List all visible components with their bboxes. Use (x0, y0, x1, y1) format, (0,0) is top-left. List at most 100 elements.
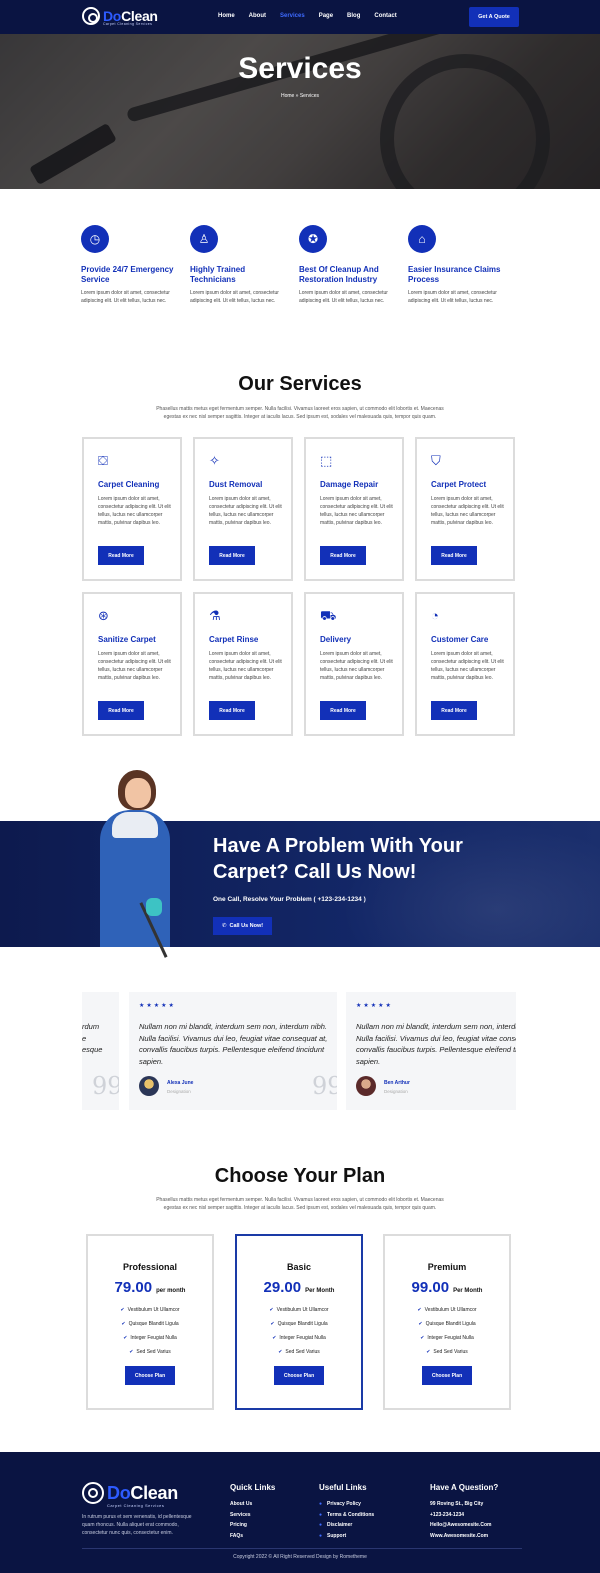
footer-link[interactable]: ● Privacy Policy (319, 1499, 374, 1510)
testimonial-card: ★★★★★ Nullam non mi blandit, interdum se… (346, 992, 516, 1110)
plan-amount: 99.00 (411, 1279, 450, 1296)
plan-feature: ✔ Vestibulum Ut Ullamcor (120, 1307, 180, 1313)
service-card: ✧ Dust Removal Lorem ipsum dolor sit ame… (193, 437, 293, 581)
nav-link-home[interactable]: Home (218, 13, 235, 19)
feature-title: Easier Insurance Claims Process (408, 265, 501, 284)
footer-link[interactable]: ● Support (319, 1531, 374, 1542)
nav-link-blog[interactable]: Blog (347, 13, 360, 19)
avatar (139, 1076, 159, 1096)
service-title: Carpet Cleaning (98, 480, 160, 489)
plan-feature: ✔ Quisque Blandit Ligula (418, 1321, 476, 1327)
support-icon: ◔ (431, 608, 439, 623)
service-card: ⚗ Carpet Rinse Lorem ipsum dolor sit ame… (193, 592, 293, 736)
check-icon: ✔ (420, 1335, 425, 1341)
check-icon: ✔ (417, 1307, 422, 1313)
contact-address: 99 Roving St., Big City (430, 1501, 484, 1507)
check-icon: ✔ (272, 1335, 277, 1341)
logo-tagline: Carpet Cleaning Services (103, 22, 153, 26)
plan-feature: ✔ Sed Sed Varius (426, 1349, 468, 1355)
breadcrumb[interactable]: Home » Services (0, 93, 600, 99)
footer-link[interactable]: Services (230, 1510, 275, 1521)
service-title: Damage Repair (320, 480, 379, 489)
check-icon: ✔ (123, 1335, 128, 1341)
nav-link-page[interactable]: Page (319, 13, 333, 19)
service-desc: Lorem ipsum dolor sit amet, consectetur … (320, 496, 393, 526)
footer-link[interactable]: ● Disclaimer (319, 1520, 374, 1531)
footer-link[interactable]: About Us (230, 1499, 275, 1510)
cta-heading: Have A Problem With Your Carpet? Call Us… (213, 835, 463, 883)
bullet-icon: ● (319, 1522, 323, 1528)
services-description: Phasellus mattis metus eget fermentum se… (156, 406, 444, 420)
plan-features: ✔ Vestibulum Ut Ullamcor ✔ Quisque Blandit… (237, 1303, 361, 1359)
check-icon: ✔ (418, 1321, 423, 1327)
feature-title: Provide 24/7 Emergency Service (81, 265, 174, 284)
plan-name: Premium (427, 1262, 467, 1272)
footer-logo[interactable]: DoClean (82, 1482, 178, 1504)
vacuum-logo-icon (82, 1482, 104, 1504)
service-title: Carpet Rinse (209, 635, 259, 644)
plan-feature: ✔ Sed Sed Varius (129, 1349, 171, 1355)
plan-period: Per Month (305, 1288, 335, 1294)
vacuum-logo-icon (82, 7, 100, 25)
plan-name: Basic (286, 1262, 312, 1272)
sanitize-icon: ⊛ (98, 608, 109, 623)
footer-link[interactable]: FAQs (230, 1531, 275, 1542)
check-icon: ✔ (269, 1307, 274, 1313)
top-navbar: DoClean Carpet Cleaning Services Home Ab… (0, 0, 600, 34)
plan-feature: ✔ Quisque Blandit Ligula (270, 1321, 328, 1327)
rating-stars-icon: ★★★★★ (356, 1003, 393, 1009)
read-more-button[interactable]: Read More (320, 701, 366, 720)
plan-card: Premium 99.00 Per Month ✔ Vestibulum Ut Ul… (383, 1234, 511, 1410)
feature-title: Best Of Cleanup And Restoration Industry (299, 265, 379, 284)
nav-link-contact[interactable]: Contact (374, 13, 396, 19)
choose-plan-button[interactable]: Choose Plan (422, 1366, 472, 1385)
feature-item: ◷ Provide 24/7 Emergency Service Lorem i… (81, 225, 181, 305)
testimonial-quote: Nullam non mi blandit, interdum sem non,… (139, 1022, 328, 1066)
call-us-button[interactable]: ✆ Call Us Now! (213, 917, 272, 935)
service-desc: Lorem ipsum dolor sit amet, consectetur … (431, 651, 504, 681)
choose-plan-button[interactable]: Choose Plan (125, 1366, 175, 1385)
check-icon: ✔ (129, 1349, 134, 1355)
read-more-button[interactable]: Read More (98, 701, 144, 720)
cleaner-woman-image (78, 770, 190, 958)
check-icon: ✔ (426, 1349, 431, 1355)
service-desc: Lorem ipsum dolor sit amet, consectetur … (98, 496, 171, 526)
plans-heading: Choose Your Plan (214, 1165, 386, 1187)
testimonial-quote: Nullam non mi blandit, interdum sem non,… (356, 1022, 516, 1066)
plan-feature: ✔ Quisque Blandit Ligula (121, 1321, 179, 1327)
choose-plan-button[interactable]: Choose Plan (274, 1366, 324, 1385)
service-title: Delivery (320, 635, 352, 644)
contact-phone[interactable]: +123-234-1234 (430, 1510, 498, 1521)
nav-link-about[interactable]: About (249, 13, 266, 19)
plan-feature: ✔ Integer Feugiat Nulla (272, 1335, 326, 1341)
flask-icon: ⚗ (209, 608, 221, 623)
service-card: ⛉ Carpet Protect Lorem ipsum dolor sit a… (415, 437, 515, 581)
read-more-button[interactable]: Read More (209, 701, 255, 720)
contact-email[interactable]: Hello@Awesomesite.Com (430, 1520, 498, 1531)
avatar (356, 1076, 376, 1096)
read-more-button[interactable]: Read More (431, 546, 477, 565)
read-more-button[interactable]: Read More (98, 546, 144, 565)
read-more-button[interactable]: Read More (320, 546, 366, 565)
contact-info: Have A Question? 99 Roving St., Big City… (430, 1483, 498, 1541)
contact-website[interactable]: Www.Awesomesite.Com (430, 1531, 498, 1542)
insurance-icon: ⌂ (408, 225, 436, 253)
read-more-button[interactable]: Read More (431, 701, 477, 720)
footer-link[interactable]: Pricing (230, 1520, 275, 1531)
shield-icon: ⛉ (431, 453, 441, 468)
logo-text-clean: Clean (130, 1483, 178, 1503)
get-quote-button[interactable]: Get A Quote (469, 7, 519, 27)
footer-link[interactable]: ● Terms & Conditions (319, 1510, 374, 1521)
testimonial-role: Designation (167, 1089, 191, 1094)
testimonial-role: Designation (384, 1089, 408, 1094)
plan-card: Professional 79.00 per month ✔ Vestibulum … (86, 1234, 214, 1410)
service-card: ◔ Customer Care Lorem ipsum dolor sit am… (415, 592, 515, 736)
cta-subtitle: One Call, Resolve Your Problem ( +123-23… (213, 896, 366, 903)
service-desc: Lorem ipsum dolor sit amet, consectetur … (209, 496, 282, 526)
contact-title: Have A Question? (430, 1483, 499, 1492)
logo[interactable]: DoClean Carpet Cleaning Services (82, 7, 158, 26)
read-more-button[interactable]: Read More (209, 546, 255, 565)
feature-desc: Lorem ipsum dolor sit amet, consectetur … (190, 290, 279, 304)
nav-link-services[interactable]: Services (280, 13, 305, 19)
plan-card-featured: Basic 29.00 Per Month ✔ Vestibulum Ut Ulla… (235, 1234, 363, 1410)
